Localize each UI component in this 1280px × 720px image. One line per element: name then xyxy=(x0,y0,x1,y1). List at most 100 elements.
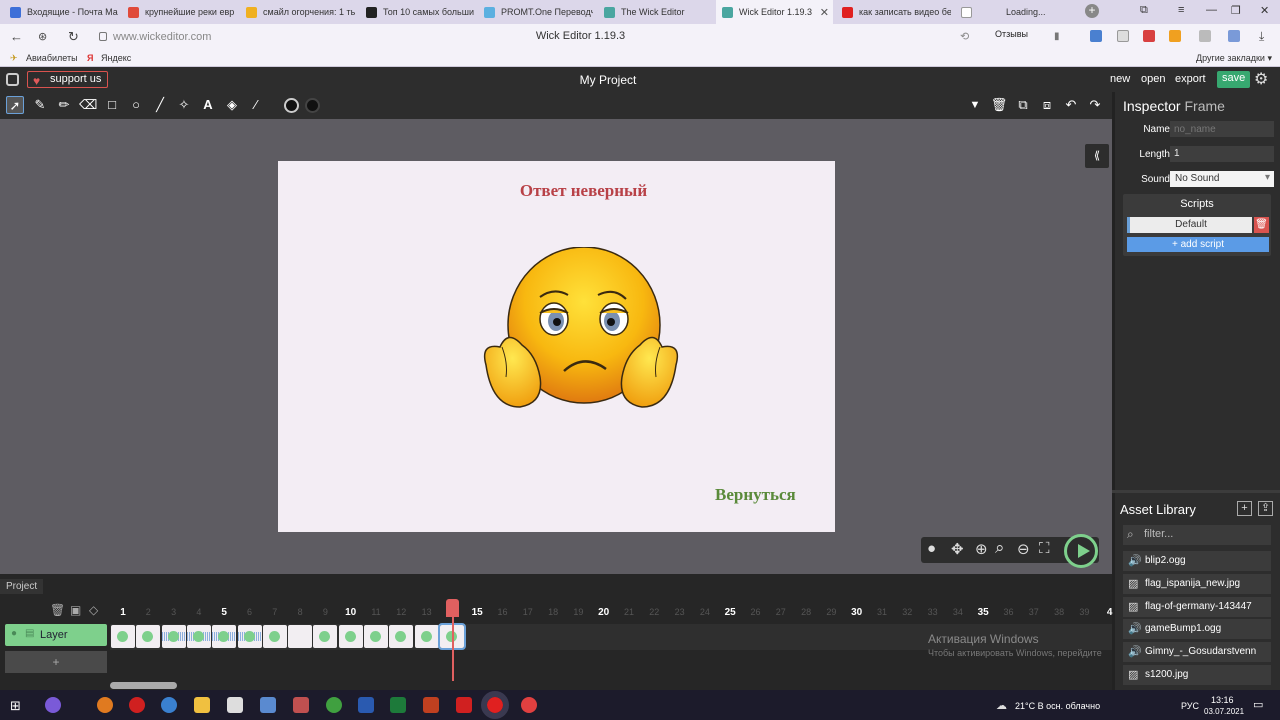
trash-icon[interactable]: 🗑 xyxy=(1254,217,1269,233)
calculator-icon[interactable] xyxy=(227,697,243,713)
back-button-text[interactable]: Вернуться xyxy=(715,485,796,505)
stroke-color-swatch[interactable] xyxy=(305,98,320,113)
close-window-icon[interactable]: ✕ xyxy=(1260,4,1269,17)
archiver-icon[interactable] xyxy=(293,697,309,713)
browser-tab-active[interactable]: Wick Editor 1.19.3 ✕ xyxy=(716,0,833,24)
frame-cell[interactable] xyxy=(288,625,313,648)
eraser-tool-icon[interactable]: ⌫ xyxy=(79,96,97,114)
browser-tab[interactable]: The Wick Editor xyxy=(598,0,713,24)
other-bookmarks[interactable]: Другие закладки ▾ xyxy=(1196,53,1272,64)
weather-text[interactable]: 21°C В осн. облачно xyxy=(1015,701,1100,711)
bookmark-item[interactable]: Авиабилеты xyxy=(26,53,78,63)
browser-tab[interactable]: Топ 10 самых больши xyxy=(360,0,475,24)
fill-color-swatch[interactable] xyxy=(284,98,299,113)
browser-tab[interactable]: Loading... xyxy=(955,0,1070,24)
add-asset-icon[interactable]: + xyxy=(1237,501,1252,516)
chevron-down-icon[interactable]: ▼ xyxy=(966,96,984,114)
frame-cell[interactable] xyxy=(414,625,439,648)
asset-item[interactable]: ▨ s1200.jpg xyxy=(1123,665,1271,685)
restore-icon[interactable]: ❐ xyxy=(1231,4,1241,17)
zoom-icon[interactable]: ⌕ xyxy=(995,538,1005,558)
excel-icon[interactable] xyxy=(390,697,406,713)
new-tab-button[interactable]: + xyxy=(1085,4,1099,18)
clock-time[interactable]: 13:16 xyxy=(1211,695,1234,705)
brush-tool-icon[interactable]: ✎ xyxy=(31,96,49,114)
asset-filter-input[interactable]: ⌕ filter... xyxy=(1123,525,1271,545)
ellipse-tool-icon[interactable]: ○ xyxy=(127,96,145,114)
notifications-icon[interactable]: ▭ xyxy=(1253,698,1263,711)
gear-icon[interactable]: ⚙ xyxy=(1254,69,1268,89)
recenter-icon[interactable]: ● xyxy=(927,540,936,557)
frame-cell[interactable] xyxy=(186,625,211,648)
length-field[interactable]: 1 xyxy=(1170,146,1274,162)
extension-icon[interactable] xyxy=(1117,30,1129,42)
tabs-icon[interactable]: ⧉ xyxy=(1140,4,1148,17)
new-button[interactable]: new xyxy=(1110,73,1130,85)
frame-cell[interactable] xyxy=(111,625,135,648)
open-button[interactable]: open xyxy=(1141,73,1165,85)
frame-cell[interactable] xyxy=(136,625,161,648)
close-icon[interactable]: ✕ xyxy=(820,6,829,19)
extension-icon[interactable] xyxy=(1199,30,1211,42)
paste-icon[interactable]: ⧈ xyxy=(1038,96,1056,114)
trash-icon[interactable]: 🗑 xyxy=(990,96,1008,114)
eye-icon[interactable]: ● xyxy=(11,628,17,639)
reviews-button[interactable]: Отзывы xyxy=(993,28,1030,40)
pan-icon[interactable]: ✥ xyxy=(951,540,964,558)
path-tool-icon[interactable]: ✧ xyxy=(175,96,193,114)
timeline-scrollbar[interactable] xyxy=(110,682,177,689)
folder-icon[interactable] xyxy=(194,697,210,713)
firefox-icon[interactable] xyxy=(97,697,113,713)
powerpoint-icon[interactable] xyxy=(423,697,439,713)
language-indicator[interactable]: РУС xyxy=(1181,701,1199,711)
pencil-tool-icon[interactable]: ✏ xyxy=(55,96,73,114)
browser-tab[interactable]: крупнейшие реки евр xyxy=(122,0,237,24)
rectangle-tool-icon[interactable]: □ xyxy=(103,96,121,114)
browser-tab[interactable]: смайл огорчения: 1 ты xyxy=(240,0,355,24)
text-tool-icon[interactable]: A xyxy=(199,96,217,114)
name-field[interactable] xyxy=(1170,121,1274,137)
recorder-icon[interactable] xyxy=(521,697,537,713)
browser-tab[interactable]: как записать видео бе xyxy=(836,0,951,24)
frame-cell[interactable] xyxy=(237,625,262,648)
chrome-icon[interactable] xyxy=(326,697,342,713)
frame-cell[interactable] xyxy=(212,625,237,648)
cursor-tool-icon[interactable]: ➚ xyxy=(6,96,24,114)
sound-select[interactable]: No Sound xyxy=(1170,171,1274,187)
import-icon[interactable]: ⇪ xyxy=(1258,501,1273,516)
asset-item[interactable]: 🔊 blip2.ogg xyxy=(1123,551,1271,571)
pdf-icon[interactable] xyxy=(456,697,472,713)
delete-layer-icon[interactable]: 🗑 xyxy=(50,603,65,617)
eyedropper-icon[interactable]: ⁄ xyxy=(247,96,265,114)
undo-icon[interactable]: ↶ xyxy=(1062,96,1080,114)
asset-item[interactable]: 🔊 gameBump1.ogg xyxy=(1123,619,1271,639)
frame-cell[interactable] xyxy=(364,625,388,648)
collapse-panel-icon[interactable]: ⟪ xyxy=(1085,144,1109,168)
menu-icon[interactable]: ≡ xyxy=(1178,4,1184,16)
add-layer-button[interactable]: + xyxy=(5,651,107,673)
stage-canvas[interactable]: Ответ неверный Вернуться xyxy=(278,161,835,532)
zoom-out-icon[interactable]: ⊖ xyxy=(1017,540,1030,558)
minimize-icon[interactable]: — xyxy=(1206,4,1217,16)
app-icon[interactable] xyxy=(260,697,276,713)
playhead-handle[interactable] xyxy=(446,599,459,617)
pen-extension-icon[interactable] xyxy=(1143,30,1155,42)
layer-row[interactable]: ● ▤ Layer xyxy=(5,624,107,646)
frame-cell[interactable] xyxy=(389,625,414,648)
line-tool-icon[interactable]: ╱ xyxy=(151,96,169,114)
project-title[interactable]: My Project xyxy=(0,73,1216,87)
asset-item[interactable]: ▨ flag-of-germany-143447 xyxy=(1123,597,1271,617)
fit-to-screen-icon[interactable]: ⛶ xyxy=(1039,540,1050,557)
extension-icon[interactable] xyxy=(1169,30,1181,42)
redo-icon[interactable]: ↷ xyxy=(1086,96,1104,114)
frame-cell[interactable] xyxy=(338,625,363,648)
zoom-in-icon[interactable]: ⊕ xyxy=(975,540,988,558)
frame-cell[interactable] xyxy=(262,625,287,648)
bookmark-icon[interactable]: ▮ xyxy=(1054,31,1060,42)
app-icon[interactable] xyxy=(45,697,61,713)
translate-icon[interactable]: ⟲ xyxy=(960,30,969,43)
play-button[interactable] xyxy=(1064,534,1098,568)
sad-emoji-image[interactable] xyxy=(478,247,683,422)
yandex-browser-icon[interactable] xyxy=(481,691,509,719)
asset-item[interactable]: ▨ flag_ispanija_new.jpg xyxy=(1123,574,1271,594)
